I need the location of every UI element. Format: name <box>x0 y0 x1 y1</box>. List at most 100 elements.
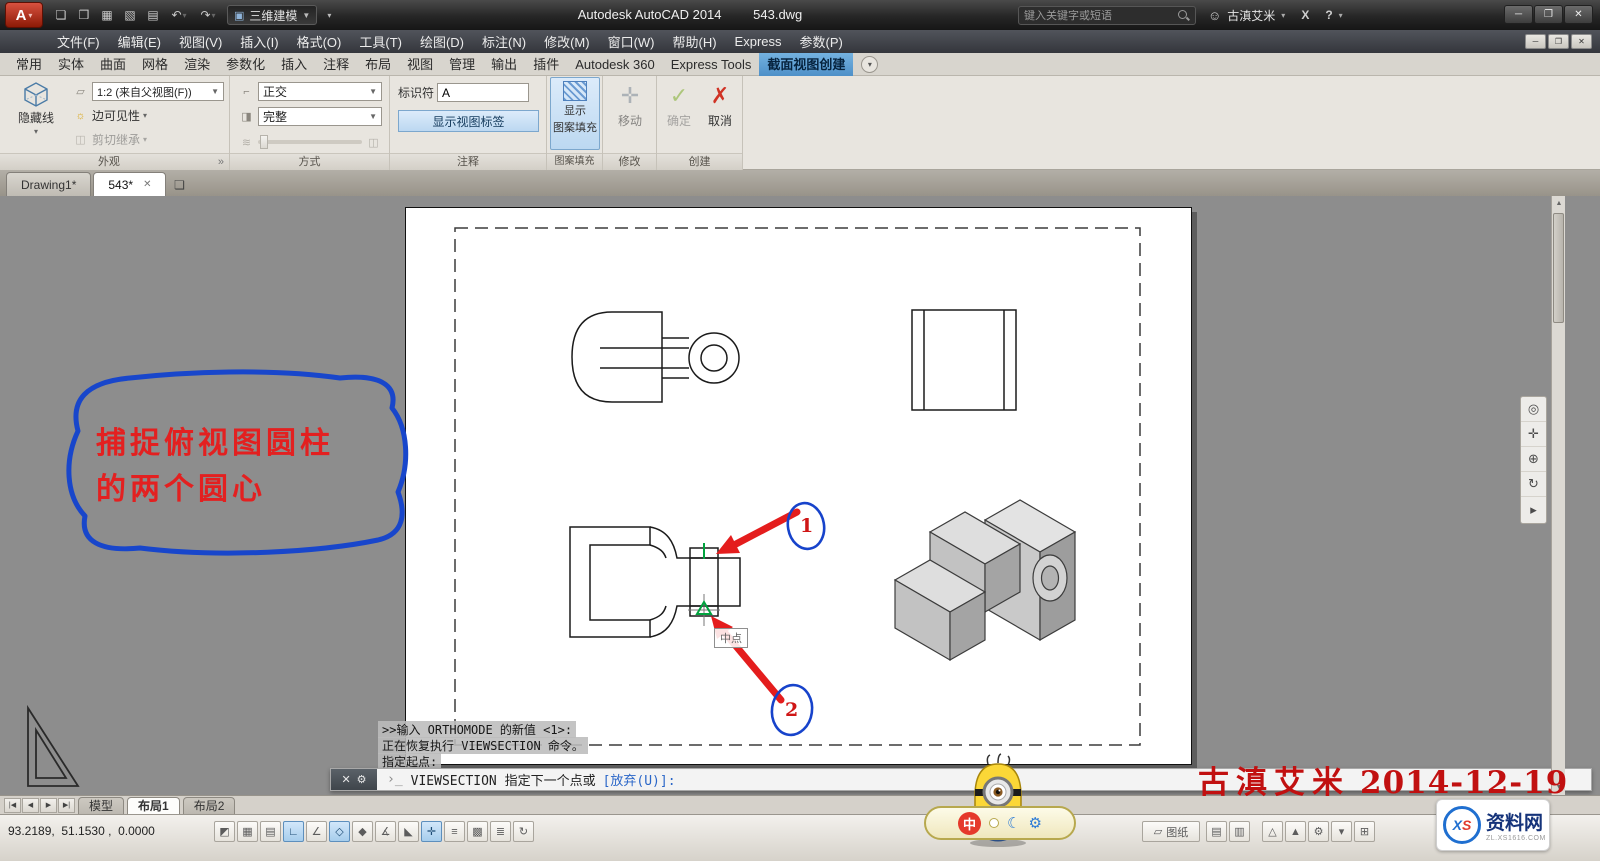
show-view-label-button[interactable]: 显示视图标签 <box>398 110 539 132</box>
next-layout-icon[interactable]: ▶ <box>40 797 57 813</box>
annotation-visibility-button[interactable]: △ <box>1262 821 1283 842</box>
ribbon-tab-output[interactable]: 输出 <box>483 53 525 76</box>
command-prompt-option[interactable]: [放弃(U)]: <box>603 770 676 789</box>
hidden-lines-button[interactable]: 隐藏线 ▾ <box>4 76 68 137</box>
menu-modify[interactable]: 修改(M) <box>535 30 599 53</box>
close-button[interactable]: ✕ <box>1564 5 1593 24</box>
ribbon-tab-view[interactable]: 视图 <box>399 53 441 76</box>
ribbon-tab-autodesk-360[interactable]: Autodesk 360 <box>567 53 663 76</box>
ortho-mode-toggle[interactable]: ∟ <box>283 821 304 842</box>
quick-view-drawings-button[interactable]: ▥ <box>1229 821 1250 842</box>
move-button[interactable]: ✛ 移动 <box>606 77 654 130</box>
panel-label-annotation[interactable]: 注释 <box>390 153 546 170</box>
save-as-button[interactable]: ▧ <box>119 5 141 25</box>
scroll-up-icon[interactable]: ▲ <box>1552 196 1566 211</box>
menu-dimension[interactable]: 标注(N) <box>473 30 535 53</box>
projection-combo[interactable]: 正交 ▼ <box>258 82 382 101</box>
panel-label-modify[interactable]: 修改 <box>603 153 656 170</box>
first-layout-icon[interactable]: |◀ <box>4 797 21 813</box>
menu-insert[interactable]: 插入(I) <box>231 30 287 53</box>
qat-customize-button[interactable]: ▾ <box>318 5 340 25</box>
search-input[interactable] <box>1024 9 1173 22</box>
plot-button[interactable]: ▤ <box>142 5 164 25</box>
drawing-viewport[interactable]: 捕捉俯视图圆柱 的两个圆心 1 2 中点 >>输入 ORTHOMODE 的新值 … <box>0 196 1600 795</box>
snap-mode-toggle[interactable]: ▦ <box>237 821 258 842</box>
3d-object-snap-toggle[interactable]: ◆ <box>352 821 373 842</box>
panel-label-hatch[interactable]: 图案填充 <box>547 153 602 170</box>
menu-tools[interactable]: 工具(T) <box>350 30 411 53</box>
menu-format[interactable]: 格式(O) <box>288 30 351 53</box>
minimize-button[interactable]: ─ <box>1504 5 1533 24</box>
ribbon-tab-layout[interactable]: 布局 <box>357 53 399 76</box>
navigation-wheel-icon[interactable]: ◎ <box>1521 397 1546 422</box>
open-file-button[interactable]: ❒ <box>73 5 95 25</box>
tab-layout2[interactable]: 布局2 <box>182 796 236 814</box>
pan-icon[interactable]: ✛ <box>1521 422 1546 447</box>
customize-command-icon[interactable]: ⚙ <box>357 773 367 786</box>
quick-view-layouts-button[interactable]: ▤ <box>1206 821 1227 842</box>
menu-edit[interactable]: 编辑(E) <box>109 30 170 53</box>
panel-label-create[interactable]: 创建 <box>657 153 742 170</box>
ribbon-tab-plugins[interactable]: 插件 <box>525 53 567 76</box>
show-hatch-button[interactable]: 显示 图案填充 <box>550 77 600 150</box>
grid-display-toggle[interactable]: ▤ <box>260 821 281 842</box>
doc-restore-button[interactable]: ❐ <box>1548 34 1569 49</box>
vertical-scrollbar[interactable]: ▲ ▼ <box>1551 196 1565 795</box>
doc-minimize-button[interactable]: ─ <box>1525 34 1546 49</box>
showmotion-icon[interactable]: ▸ <box>1521 497 1546 522</box>
ribbon-tab-mesh[interactable]: 网格 <box>134 53 176 76</box>
file-tab-543[interactable]: 543* ✕ <box>93 172 167 196</box>
orbit-icon[interactable]: ↻ <box>1521 472 1546 497</box>
ribbon-minimize-button[interactable]: ▾ <box>861 55 879 73</box>
ribbon-tab-surface[interactable]: 曲面 <box>92 53 134 76</box>
menu-window[interactable]: 窗口(W) <box>599 30 664 53</box>
file-tab-drawing1[interactable]: Drawing1* <box>6 172 92 196</box>
object-snap-tracking-toggle[interactable]: ∡ <box>375 821 396 842</box>
menu-help[interactable]: 帮助(H) <box>664 30 726 53</box>
edge-visibility-button[interactable]: ☼ 边可见性 ▾ <box>72 107 224 124</box>
new-drawing-tab-button[interactable]: ❏ <box>168 174 190 196</box>
tab-layout1[interactable]: 布局1 <box>127 796 180 814</box>
paper-model-toggle[interactable]: ▱ 图纸 <box>1142 821 1200 842</box>
panel-label-method[interactable]: 方式 <box>230 153 389 170</box>
menu-parameters[interactable]: 参数(P) <box>791 30 852 53</box>
ribbon-tab-render[interactable]: 渲染 <box>176 53 218 76</box>
ok-button[interactable]: ✓ 确定 <box>660 77 698 130</box>
clean-screen-button[interactable]: ⊞ <box>1354 821 1375 842</box>
signin-user-name[interactable]: 古滇艾米 <box>1227 7 1275 24</box>
lineweight-toggle[interactable]: ≡ <box>444 821 465 842</box>
scrollbar-thumb[interactable] <box>1553 213 1564 323</box>
dynamic-input-toggle[interactable]: ✛ <box>421 821 442 842</box>
help-icon[interactable]: ? <box>1325 8 1332 22</box>
cancel-button[interactable]: ✗ 取消 <box>701 77 739 130</box>
transparency-toggle[interactable]: ▩ <box>467 821 488 842</box>
ribbon-tab-manage[interactable]: 管理 <box>441 53 483 76</box>
view-scale-combo[interactable]: 1:2 (来自父视图(F)) ▼ <box>92 82 224 101</box>
menu-view[interactable]: 视图(V) <box>170 30 231 53</box>
quick-properties-toggle[interactable]: ≣ <box>490 821 511 842</box>
slider-thumb[interactable] <box>260 135 268 149</box>
ribbon-tab-annotate[interactable]: 注释 <box>315 53 357 76</box>
application-menu-button[interactable]: A ▾ <box>5 2 43 28</box>
ime-settings-icon[interactable]: ⚙ <box>1029 814 1042 832</box>
ribbon-tab-insert[interactable]: 插入 <box>273 53 315 76</box>
close-command-icon[interactable]: ✕ <box>341 773 350 786</box>
tab-model[interactable]: 模型 <box>78 796 125 814</box>
status-bar-menu-button[interactable]: ▾ <box>1331 821 1352 842</box>
workspace-switcher[interactable]: ▣ 三维建模 ▼ <box>227 5 318 25</box>
menu-express[interactable]: Express <box>726 30 791 53</box>
menu-draw[interactable]: 绘图(D) <box>411 30 473 53</box>
annotation-autoscale-button[interactable]: ▲ <box>1285 821 1306 842</box>
ribbon-tab-solid[interactable]: 实体 <box>50 53 92 76</box>
panel-label-appearance[interactable]: 外观 » <box>0 153 229 170</box>
dynamic-ucs-toggle[interactable]: ◣ <box>398 821 419 842</box>
ribbon-tab-parametric[interactable]: 参数化 <box>218 53 273 76</box>
ribbon-tab-express-tools[interactable]: Express Tools <box>663 53 760 76</box>
close-tab-icon[interactable]: ✕ <box>143 179 151 190</box>
save-button[interactable]: ▦ <box>96 5 118 25</box>
moon-icon[interactable]: ☾ <box>1007 814 1020 832</box>
selection-cycling-toggle[interactable]: ↻ <box>513 821 534 842</box>
menu-file[interactable]: 文件(F) <box>48 30 109 53</box>
identifier-input[interactable] <box>437 83 530 102</box>
exchange-apps-icon[interactable]: X <box>1301 8 1309 22</box>
